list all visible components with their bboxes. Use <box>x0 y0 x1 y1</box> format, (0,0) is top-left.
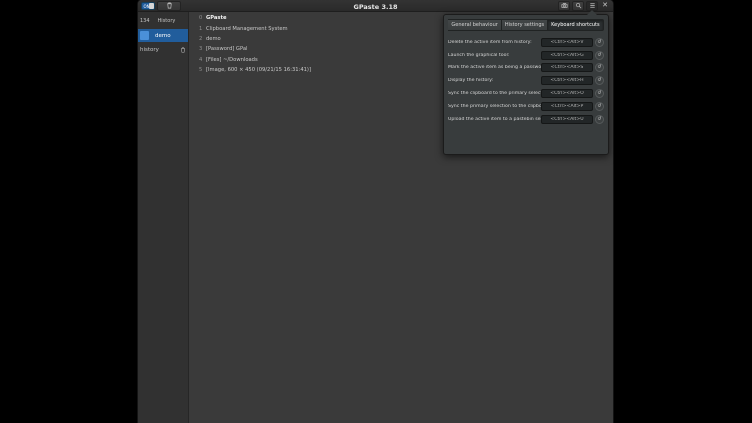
reset-shortcut-button[interactable]: ↺ <box>595 102 604 111</box>
shortcut-row: Sync the primary selection to the clipbo… <box>448 100 604 113</box>
shortcut-input[interactable] <box>541 115 593 124</box>
item-index: 0 <box>199 15 204 21</box>
item-index: 2 <box>199 36 204 42</box>
item-index: 4 <box>199 57 204 63</box>
popover-arrow <box>587 10 597 15</box>
reset-shortcut-button[interactable]: ↺ <box>595 38 604 47</box>
shortcut-input[interactable] <box>541 63 593 72</box>
shortcut-row: Display the history: ↺ <box>448 74 604 87</box>
tracking-switch[interactable]: ON <box>141 2 155 10</box>
shortcut-label: Sync the primary selection to the clipbo… <box>448 104 541 109</box>
item-label: [Image, 600 × 450 (09/21/15 16:31:41)] <box>206 67 311 73</box>
histories-sidebar: 134 History demo history <box>138 12 189 423</box>
sidebar-header: 134 History <box>138 15 188 26</box>
shortcut-row: Upload the active item to a pastebin ser… <box>448 113 604 126</box>
settings-tabs: General behaviour History settings Keybo… <box>444 19 608 31</box>
shortcut-row: Sync the clipboard to the primary select… <box>448 87 604 100</box>
shortcut-input[interactable] <box>541 102 593 111</box>
reset-icon: ↺ <box>597 91 601 96</box>
item-label: [Files] ~/Downloads <box>206 57 258 63</box>
shortcut-row: Delete the active item from history: ↺ <box>448 36 604 49</box>
search-icon <box>575 2 582 9</box>
sidebar-item-demo[interactable]: demo <box>138 29 188 42</box>
empty-history-button[interactable] <box>157 1 181 11</box>
reset-icon: ↺ <box>597 104 601 109</box>
menu-icon <box>589 2 596 9</box>
item-index: 5 <box>199 67 204 73</box>
item-label: demo <box>206 36 221 42</box>
shortcut-label: Upload the active item to a pastebin ser… <box>448 117 541 122</box>
headerbar-left-group: ON <box>141 1 181 11</box>
trash-icon <box>166 2 173 9</box>
history-count-badge: 134 <box>140 18 150 24</box>
switch-knob <box>149 3 154 9</box>
shortcut-row: Launch the graphical tool: ↺ <box>448 49 604 62</box>
reset-shortcut-button[interactable]: ↺ <box>595 63 604 72</box>
shortcut-rows: Delete the active item from history: ↺ L… <box>444 36 608 126</box>
camera-icon <box>561 2 568 9</box>
sidebar-item-label: demo <box>155 33 171 39</box>
reset-shortcut-button[interactable]: ↺ <box>595 76 604 85</box>
screen: ON GPaste 3.18 <box>0 0 752 423</box>
window-title: GPaste 3.18 <box>354 3 398 11</box>
reset-icon: ↺ <box>597 65 601 70</box>
reset-icon: ↺ <box>597 78 601 83</box>
shortcut-label: Display the history: <box>448 78 541 83</box>
shortcut-label: Delete the active item from history: <box>448 40 541 45</box>
item-index: 1 <box>199 26 204 32</box>
shortcut-input[interactable] <box>541 38 593 47</box>
delete-history-icon[interactable] <box>180 47 186 53</box>
settings-tab[interactable]: History settings <box>502 19 548 31</box>
item-label: Clipboard Management System <box>206 26 288 32</box>
sidebar-item-label: history <box>140 47 159 53</box>
shortcut-label: Launch the graphical tool: <box>448 53 541 58</box>
item-label: [Password] GPal <box>206 46 247 52</box>
history-toggle-icon <box>140 31 149 40</box>
close-button[interactable]: ✕ <box>600 1 610 11</box>
item-label: GPaste <box>206 15 227 21</box>
shortcut-input[interactable] <box>541 51 593 60</box>
shortcut-label: Sync the clipboard to the primary select… <box>448 91 541 96</box>
search-button[interactable] <box>572 1 584 11</box>
close-icon: ✕ <box>602 2 608 9</box>
item-index: 3 <box>199 46 204 52</box>
shortcut-input[interactable] <box>541 89 593 98</box>
headerbar: ON GPaste 3.18 <box>138 0 613 12</box>
images-button[interactable] <box>558 1 570 11</box>
settings-menu-button[interactable] <box>586 1 598 11</box>
reset-shortcut-button[interactable]: ↺ <box>595 51 604 60</box>
settings-popover: General behaviour History settings Keybo… <box>443 14 609 155</box>
headerbar-right-group: ✕ <box>558 1 610 11</box>
gpaste-window: ON GPaste 3.18 <box>138 0 613 423</box>
reset-icon: ↺ <box>597 40 601 45</box>
sidebar-item-history[interactable]: history <box>138 44 188 55</box>
shortcut-input[interactable] <box>541 76 593 85</box>
settings-tab[interactable]: General behaviour <box>448 19 501 31</box>
reset-icon: ↺ <box>597 117 601 122</box>
sidebar-title: History <box>158 18 176 24</box>
reset-shortcut-button[interactable]: ↺ <box>595 115 604 124</box>
settings-tab[interactable]: Keyboard shortcuts <box>548 19 603 31</box>
reset-shortcut-button[interactable]: ↺ <box>595 89 604 98</box>
reset-icon: ↺ <box>597 53 601 58</box>
shortcut-label: Mark the active item as being a password… <box>448 65 541 70</box>
shortcut-row: Mark the active item as being a password… <box>448 62 604 75</box>
